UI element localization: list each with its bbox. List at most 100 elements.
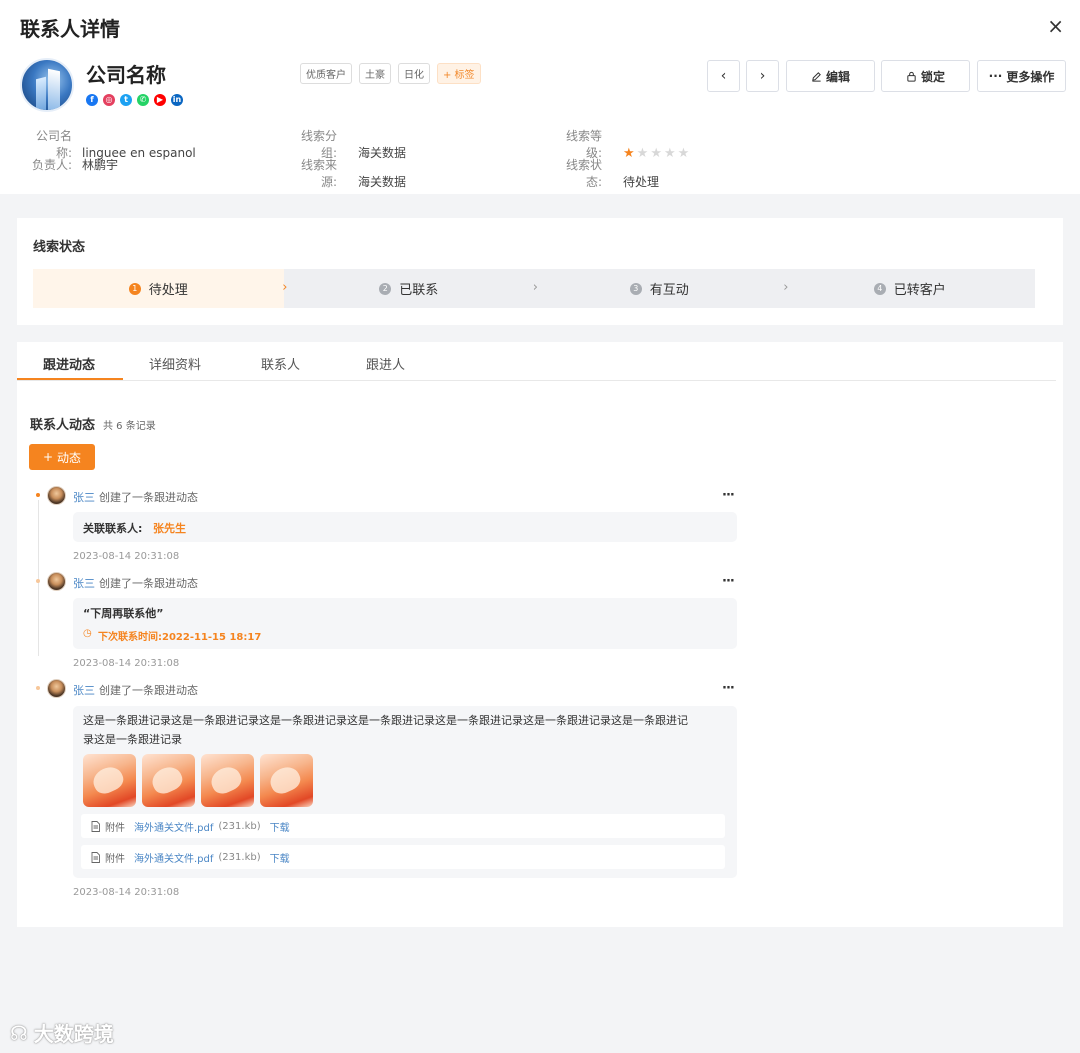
close-icon[interactable]: × (1047, 14, 1064, 38)
lock-button[interactable]: 锁定 (881, 60, 970, 92)
edit-button[interactable]: 编辑 (786, 60, 875, 92)
add-tag-button[interactable]: + 标签 (437, 63, 481, 84)
activity-count: 共 6 条记录 (103, 421, 156, 432)
company-name: 公司名称 (86, 63, 166, 87)
image-thumbnail[interactable] (83, 754, 136, 807)
related-label: 关联联系人: (83, 522, 143, 535)
tab-contacts[interactable]: 联系人 (261, 354, 300, 373)
edit-label: 编辑 (825, 69, 850, 84)
download-link[interactable]: 下载 (270, 819, 290, 834)
attachment-size: (231.kb) (218, 851, 261, 863)
step-number: 1 (128, 282, 141, 295)
next-button[interactable]: › (746, 60, 779, 92)
step-number: 3 (629, 282, 642, 295)
instagram-icon[interactable]: ◎ (103, 94, 115, 106)
attachment-filename[interactable]: 海外通关文件.pdf (134, 850, 213, 865)
active-tab-indicator (17, 378, 123, 380)
status-step[interactable]: 2 已联系 › (283, 269, 538, 308)
entry-action: 创建了一条跟进动态 (99, 684, 198, 697)
chevron-right-icon: › (783, 280, 789, 295)
plus-icon: + (42, 450, 54, 464)
entry-header: 张三 创建了一条跟进动态 (73, 489, 198, 505)
info-status: 线索状态: 待处理 (550, 156, 659, 190)
linkedin-icon[interactable]: in (171, 94, 183, 106)
more-actions-label: 更多操作 (1006, 69, 1055, 84)
star-icon[interactable]: ★ (678, 147, 690, 160)
tag-item: 土豪 (359, 63, 391, 84)
step-label: 已联系 (399, 283, 439, 298)
watermark: ☊ 大数跨境 (10, 1018, 114, 1047)
chevron-right-icon: › (759, 68, 766, 84)
facebook-icon[interactable]: f (86, 94, 98, 106)
author-link[interactable]: 张三 (73, 684, 95, 697)
status-step[interactable]: 4 已转客户 (784, 269, 1035, 308)
watermark-logo-icon: ☊ (10, 1020, 28, 1045)
info-label: 负责人: (31, 158, 72, 172)
more-icon[interactable]: ··· (722, 488, 735, 503)
twitter-icon[interactable]: t (120, 94, 132, 106)
info-label: 线索状态: (565, 158, 602, 189)
ellipsis-icon: ··· (988, 69, 1003, 83)
author-link[interactable]: 张三 (73, 491, 95, 504)
tag-item: 优质客户 (300, 63, 352, 84)
info-value: 林鹏宇 (82, 158, 119, 172)
related-contact[interactable]: 张先生 (153, 520, 186, 536)
more-icon[interactable]: ··· (722, 574, 735, 589)
prev-button[interactable]: ‹ (707, 60, 740, 92)
entry-header: 张三 创建了一条跟进动态 (73, 575, 198, 591)
entry-timestamp: 2023-08-14 20:31:08 (73, 887, 180, 898)
entry-quote: “下周再联系他” (83, 607, 164, 620)
step-number: 4 (873, 282, 886, 295)
watermark-text: 大数跨境 (33, 1022, 114, 1046)
status-steps: 1 待处理 › 2 已联系 › 3 有互动 › 4 已转客户 (33, 269, 1035, 308)
entry-content: 关联联系人: 张先生 (73, 512, 737, 542)
lock-icon (907, 71, 916, 82)
chevron-right-icon: › (532, 280, 538, 295)
attachment-filename[interactable]: 海外通关文件.pdf (134, 819, 213, 834)
file-icon (91, 851, 100, 863)
more-icon[interactable]: ··· (722, 681, 735, 696)
info-owner: 负责人: 林鹏宇 (20, 156, 118, 173)
step-label: 有互动 (649, 283, 689, 298)
entry-content: “下周再联系他” ◷ 下次联系时间:2022-11-15 18:17 (73, 598, 737, 649)
download-link[interactable]: 下载 (270, 850, 290, 865)
status-step[interactable]: 1 待处理 › (33, 269, 288, 308)
image-thumbnail[interactable] (142, 754, 195, 807)
more-actions-button[interactable]: ··· 更多操作 (977, 60, 1066, 92)
tab-details[interactable]: 详细资料 (149, 354, 201, 373)
add-activity-button[interactable]: + 动态 (29, 444, 95, 470)
entry-header: 张三 创建了一条跟进动态 (73, 682, 198, 698)
attachment-label: 附件 (105, 822, 125, 834)
whatsapp-icon[interactable]: ✆ (137, 94, 149, 106)
entry-action: 创建了一条跟进动态 (99, 577, 198, 590)
info-label: 线索来源: (300, 158, 337, 189)
image-thumbnail[interactable] (260, 754, 313, 807)
entry-text: 录这是一条跟进记录 (83, 733, 182, 746)
status-step[interactable]: 3 有互动 › (534, 269, 789, 308)
chevron-right-icon: › (282, 280, 288, 295)
main-card: 跟进动态 详细资料 联系人 跟进人 联系人动态 共 6 条记录 + 动态 张三创… (17, 342, 1063, 927)
timeline-line (38, 500, 39, 656)
image-thumbnail[interactable] (201, 754, 254, 807)
star-icon[interactable]: ★ (664, 147, 676, 160)
info-source: 线索来源: 海关数据 (285, 156, 406, 190)
tag-item: 日化 (398, 63, 430, 84)
attachment-size: (231.kb) (218, 820, 261, 832)
author-link[interactable]: 张三 (73, 577, 95, 590)
tab-followers[interactable]: 跟进人 (366, 354, 405, 373)
entry-action: 创建了一条跟进动态 (99, 491, 198, 504)
youtube-icon[interactable]: ▶ (154, 94, 166, 106)
avatar (47, 486, 66, 505)
step-label: 已转客户 (893, 283, 946, 298)
tab-follow-up[interactable]: 跟进动态 (43, 354, 95, 373)
tag-list: 优质客户 土豪 日化 + 标签 (300, 63, 481, 84)
entry-timestamp: 2023-08-14 20:31:08 (73, 551, 180, 562)
chevron-left-icon: ‹ (720, 68, 727, 84)
avatar (47, 572, 66, 591)
info-value: 海关数据 (358, 175, 407, 189)
entry-timestamp: 2023-08-14 20:31:08 (73, 658, 180, 669)
clock-icon: ◷ (83, 628, 92, 639)
timeline-dot (36, 493, 40, 497)
lock-label: 锁定 (920, 69, 945, 84)
entry-content: 这是一条跟进记录这是一条跟进记录这是一条跟进记录这是一条跟进记录这是一条跟进记录… (73, 706, 737, 878)
